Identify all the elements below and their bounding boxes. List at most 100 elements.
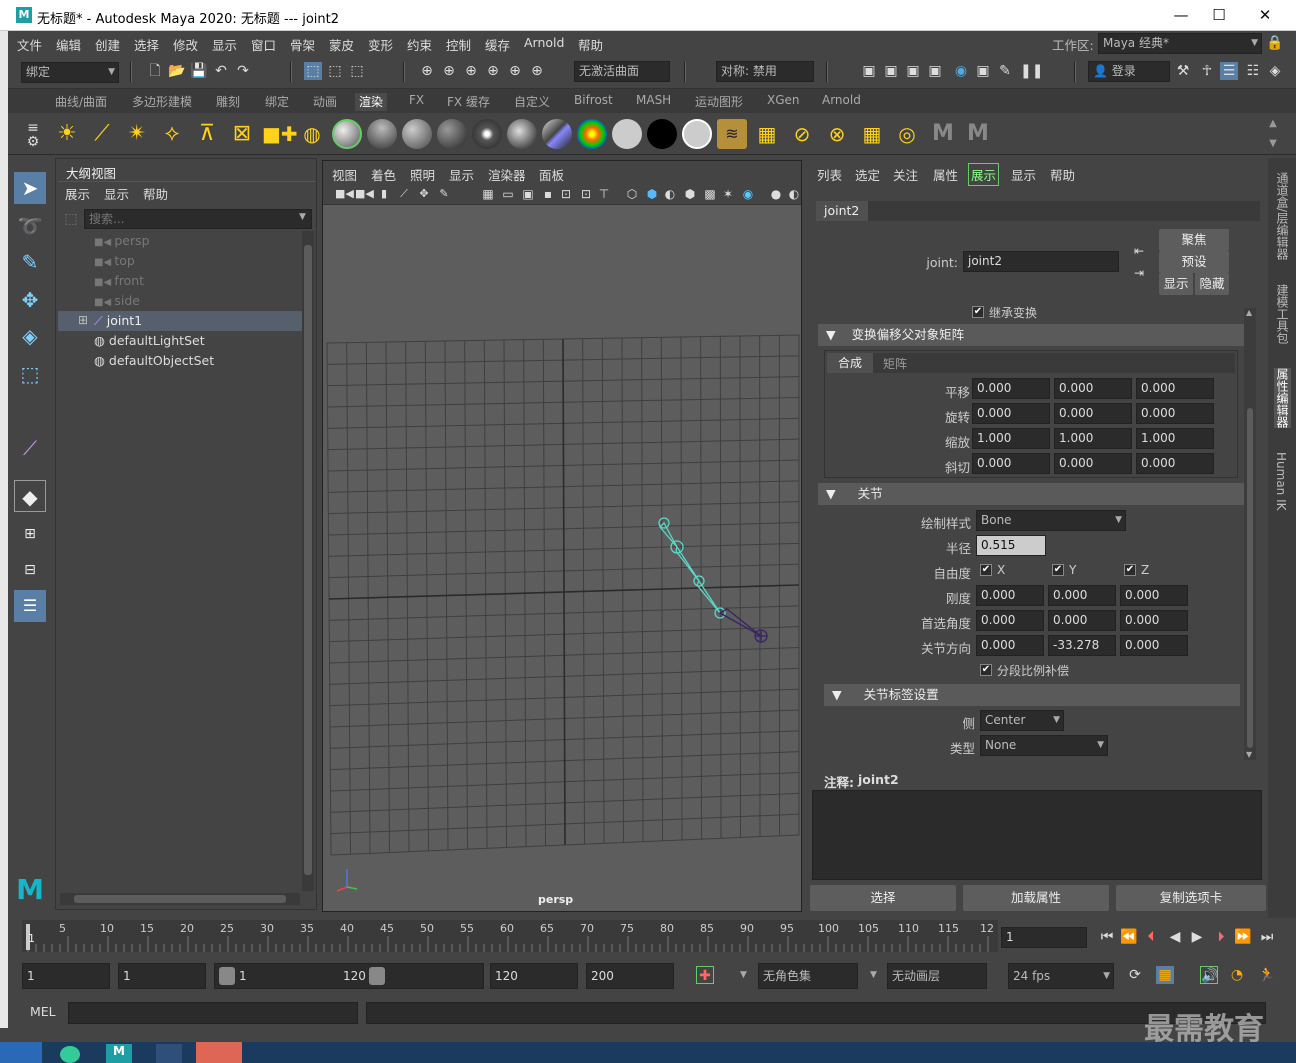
vp-menu-view[interactable]: 视图 — [332, 165, 357, 184]
scale-x-field[interactable]: 1.000 — [972, 428, 1050, 449]
close-button[interactable]: ✕ — [1242, 0, 1288, 31]
shear-z-field[interactable]: 0.000 — [1136, 453, 1214, 474]
shelf-scroll-down-icon[interactable]: ▼ — [1264, 135, 1282, 153]
rotate-y-field[interactable]: 0.000 — [1054, 403, 1132, 424]
app-taskbar-icon[interactable] — [156, 1044, 182, 1063]
render-setup-icon[interactable]: ▣ — [974, 62, 992, 80]
save-scene-icon[interactable]: 💾 — [190, 62, 208, 80]
chevron-down-icon[interactable]: ▼ — [299, 212, 306, 222]
menu-deform[interactable]: 变形 — [368, 35, 393, 54]
preferred-angle-y-field[interactable]: 0.000 — [1048, 610, 1116, 631]
tab-attribute-editor[interactable]: 属性编辑器 — [1274, 368, 1291, 428]
shelf-tab-xgen[interactable]: XGen — [767, 93, 800, 111]
lock-icon[interactable]: 🔒 — [1266, 34, 1284, 52]
textured-icon[interactable]: ⬢ — [681, 185, 699, 203]
go-to-end-icon[interactable]: ⏭ — [1258, 928, 1276, 946]
ae-menu-show[interactable]: 展示 — [968, 163, 1000, 186]
batch-render-icon[interactable]: ▦ — [857, 119, 887, 149]
select-tool-icon[interactable]: ➤ — [14, 172, 46, 204]
maya-taskbar-icon[interactable]: M — [106, 1044, 132, 1063]
outliner-item-defaultobjectset[interactable]: ◍ defaultObjectSet — [94, 353, 214, 368]
camera-attributes-icon[interactable]: ■◀ — [355, 185, 374, 203]
shelf-tab-arnold[interactable]: Arnold — [822, 93, 861, 111]
tab-human-ik[interactable]: Human IK — [1274, 452, 1288, 511]
light-link-icon[interactable]: ⊘ — [787, 119, 817, 149]
outliner-menu-help[interactable]: 帮助 — [143, 184, 168, 203]
shear-x-field[interactable]: 0.000 — [972, 453, 1050, 474]
show-button[interactable]: 显示 — [1159, 273, 1193, 295]
focus-output-icon[interactable]: ⇥ — [1130, 264, 1148, 282]
rotate-z-field[interactable]: 0.000 — [1136, 403, 1214, 424]
step-back-frame-icon[interactable]: ⏴ — [1142, 928, 1160, 946]
scale-tool-icon[interactable]: ⬚ — [14, 358, 46, 390]
menu-create[interactable]: 创建 — [95, 35, 120, 54]
outliner-vscrollbar[interactable] — [302, 231, 314, 891]
joint-tool-icon[interactable]: ⟋ — [14, 432, 46, 464]
outliner-search-input[interactable] — [84, 209, 312, 229]
shadow-link-icon[interactable]: ⊗ — [822, 119, 852, 149]
safe-title-icon[interactable]: ⊤ — [595, 185, 613, 203]
preferred-angle-x-field[interactable]: 0.000 — [976, 610, 1044, 631]
menu-constrain[interactable]: 约束 — [407, 35, 432, 54]
isolate-select-icon[interactable]: ● — [767, 185, 785, 203]
use-all-lights-icon[interactable]: ▩ — [701, 185, 719, 203]
attribute-editor-icon[interactable]: ☰ — [1220, 62, 1238, 80]
range-end-handle[interactable] — [369, 967, 385, 985]
translate-y-field[interactable]: 0.000 — [1054, 378, 1132, 399]
shelf-tab-fx[interactable]: FX — [409, 93, 424, 111]
vp-menu-renderer[interactable]: 渲染器 — [488, 165, 526, 184]
move-tool-icon[interactable]: ✥ — [14, 284, 46, 316]
stiffness-y-field[interactable]: 0.000 — [1048, 585, 1116, 606]
ae-menu-focus[interactable]: 关注 — [893, 165, 918, 184]
ambient-light-icon[interactable]: ☀ — [52, 119, 82, 149]
section-joint-labelling[interactable]: ▼ 关节标签设置 — [824, 684, 1240, 706]
browser-icon[interactable] — [60, 1046, 80, 1063]
gate-mask-icon[interactable]: ▪ — [539, 185, 557, 203]
preferred-angle-z-field[interactable]: 0.000 — [1120, 610, 1188, 631]
surface-shader-icon[interactable] — [577, 119, 607, 149]
lambert-shader-icon[interactable] — [367, 119, 397, 149]
menu-file[interactable]: 文件 — [17, 35, 42, 54]
auto-key-icon[interactable]: ✚ — [696, 966, 714, 984]
outliner-item-front[interactable]: ■◀ front — [94, 273, 144, 288]
ramp-shader-icon[interactable] — [542, 119, 572, 149]
menuset-dropdown[interactable]: 绑定 ▼ — [21, 62, 119, 83]
timeline-track[interactable]: 1 5 10 15 20 25 30 35 40 45 50 55 60 65 … — [22, 920, 998, 952]
lasso-tool-icon[interactable]: ➰ — [14, 210, 46, 242]
snap-curve-icon[interactable]: ⊕ — [440, 62, 458, 80]
outliner-item-side[interactable]: ■◀ side — [94, 293, 140, 308]
tab-modeling-toolkit[interactable]: 建模工具包 — [1274, 284, 1291, 344]
scale-y-field[interactable]: 1.000 — [1054, 428, 1132, 449]
command-language-label[interactable]: MEL — [30, 1004, 56, 1019]
step-back-key-icon[interactable]: ⏪ — [1120, 928, 1138, 946]
copy-tab-button[interactable]: 复制选项卡 — [1116, 885, 1266, 911]
vp-menu-shading[interactable]: 着色 — [371, 165, 396, 184]
ae-menu-help[interactable]: 帮助 — [1050, 165, 1075, 184]
snap-surface-icon[interactable]: ⊕ — [506, 62, 524, 80]
view-2d-pan-icon[interactable]: ✥ — [415, 185, 433, 203]
scroll-down-icon[interactable]: ▼ — [1246, 750, 1252, 759]
shelf-tab-mash[interactable]: MASH — [636, 93, 671, 111]
two-pane-icon[interactable]: ⊟ — [14, 554, 46, 586]
side-dropdown[interactable]: Center ▼ — [980, 710, 1064, 731]
menu-cache[interactable]: 缓存 — [485, 35, 510, 54]
range-start-handle[interactable] — [219, 967, 235, 985]
vp-menu-lighting[interactable]: 照明 — [410, 165, 435, 184]
current-frame-field[interactable]: 1 — [1001, 927, 1087, 948]
camera-icon[interactable]: ■✚ — [262, 119, 298, 149]
menu-display[interactable]: 显示 — [212, 35, 237, 54]
tab-channel-box[interactable]: 通道盒/层编辑器 — [1274, 172, 1291, 260]
redo-icon[interactable]: ↷ — [234, 62, 252, 80]
focus-input-icon[interactable]: ⇤ — [1130, 242, 1148, 260]
menu-arnold[interactable]: Arnold — [524, 35, 564, 50]
anim-prefs-icon[interactable]: ◔ — [1228, 966, 1246, 984]
undo-icon[interactable]: ↶ — [212, 62, 230, 80]
gear-icon[interactable]: ⚙ — [24, 133, 42, 151]
image-plane-icon[interactable]: ⟋ — [395, 185, 413, 203]
app-taskbar-icon[interactable] — [196, 1042, 242, 1063]
point-light-icon[interactable]: ✴ — [122, 119, 152, 149]
load-attributes-button[interactable]: 加载属性 — [963, 885, 1109, 911]
vp-menu-panels[interactable]: 面板 — [539, 165, 564, 184]
snap-grid-icon[interactable]: ⊕ — [418, 62, 436, 80]
command-input[interactable] — [68, 1002, 358, 1024]
